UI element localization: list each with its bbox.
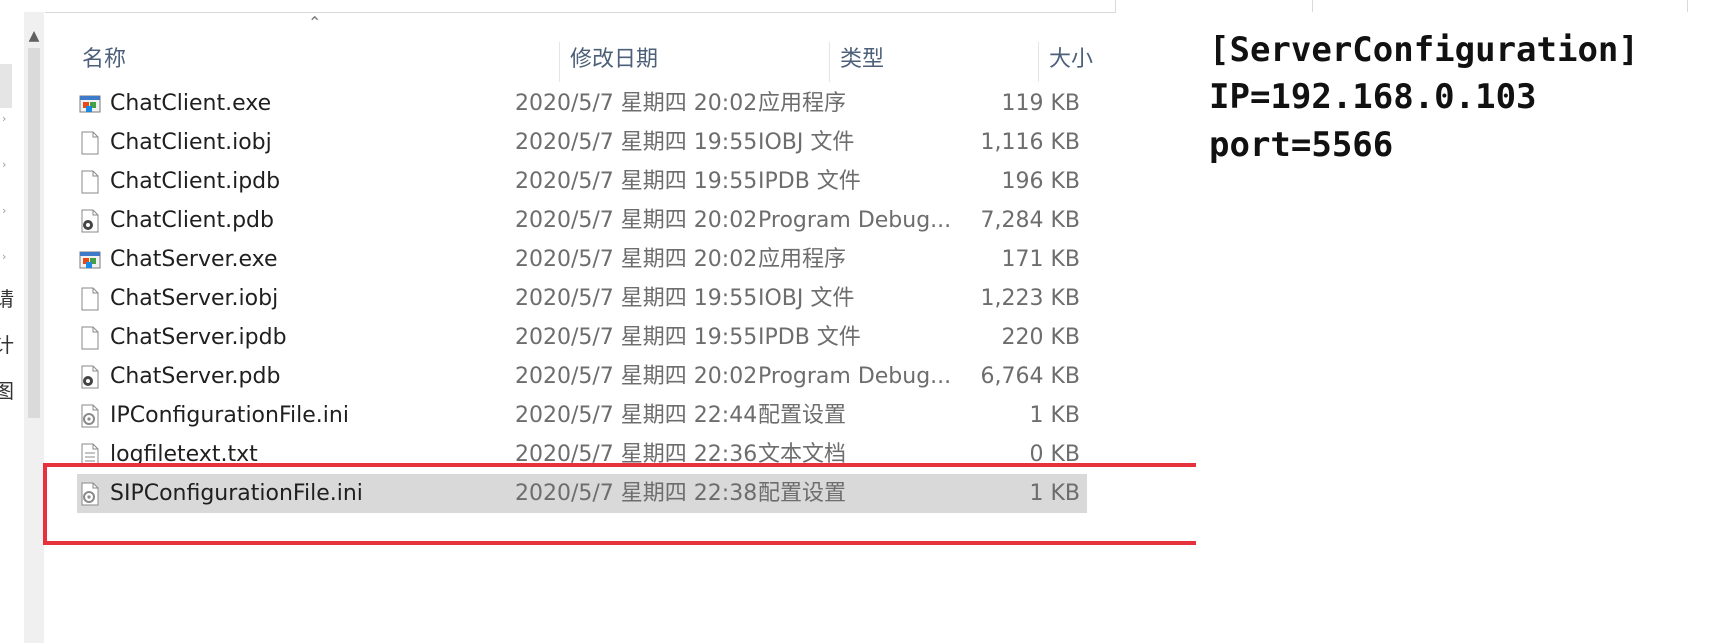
file-list: ⌃ 名称 修改日期 类型 大小 ChatClient.exe 2020/5/7 星…	[45, 12, 1195, 643]
file-icon	[77, 325, 103, 351]
ini-icon	[77, 481, 103, 507]
nav-item-fragment[interactable]: 图	[0, 380, 18, 402]
file-size: 1,223 KB	[980, 286, 1081, 311]
file-date-modified: 2020/5/7 星期四 19:55	[515, 286, 758, 311]
file-size: 196 KB	[1001, 169, 1080, 194]
file-name: ChatServer.iobj	[110, 286, 279, 311]
file-icon	[77, 130, 103, 156]
file-name: logfiletext.txt	[110, 442, 258, 467]
file-row[interactable]: SIPConfigurationFile.ini 2020/5/7 星期四 22:…	[77, 474, 1087, 513]
file-size: 1,116 KB	[980, 130, 1081, 155]
file-date-modified: 2020/5/7 星期四 19:55	[515, 169, 758, 194]
chevron-right-icon[interactable]: ›	[2, 158, 12, 172]
column-divider[interactable]	[559, 42, 560, 82]
ini-icon	[77, 403, 103, 429]
file-row[interactable]: ChatServer.ipdb 2020/5/7 星期四 19:55 IPDB 文件…	[77, 318, 1087, 357]
file-size: 119 KB	[1001, 91, 1080, 116]
file-date-modified: 2020/5/7 星期四 20:02	[515, 91, 758, 116]
column-header-size[interactable]: 大小	[1049, 36, 1093, 84]
file-row[interactable]: ChatClient.pdb 2020/5/7 星期四 20:02 Program …	[77, 201, 1087, 240]
file-date-modified: 2020/5/7 星期四 20:02	[515, 208, 758, 233]
file-name: ChatClient.pdb	[110, 208, 274, 233]
nav-item-fragment[interactable]: 计	[0, 334, 18, 356]
file-row[interactable]: ChatServer.pdb 2020/5/7 星期四 20:02 Program …	[77, 357, 1087, 396]
file-size: 220 KB	[1001, 325, 1080, 350]
chevron-right-icon[interactable]: ›	[2, 112, 12, 126]
file-size: 6,764 KB	[980, 364, 1081, 389]
file-row[interactable]: ChatClient.ipdb 2020/5/7 星期四 19:55 IPDB 文件…	[77, 162, 1087, 201]
file-name: ChatClient.iobj	[110, 130, 272, 155]
file-size: 1 KB	[1029, 481, 1080, 506]
file-row[interactable]: ChatClient.exe 2020/5/7 星期四 20:02 应用程序 119 …	[77, 84, 1087, 123]
column-header-name[interactable]: 名称	[82, 36, 126, 84]
scroll-up-icon[interactable]: ▲	[24, 26, 44, 46]
column-header-type[interactable]: 类型	[840, 36, 884, 84]
file-name: ChatClient.ipdb	[110, 169, 281, 194]
column-divider[interactable]	[829, 42, 830, 82]
file-size: 7,284 KB	[980, 208, 1081, 233]
preview-line: port=5566	[1209, 125, 1394, 165]
sort-ascending-icon[interactable]: ⌃	[308, 15, 324, 31]
navigation-pane: › › › › 请 计 图	[0, 12, 24, 643]
exe-icon	[77, 91, 103, 117]
file-icon	[77, 169, 103, 195]
nav-scrollbar[interactable]: ▲	[24, 12, 44, 643]
file-name: IPConfigurationFile.ini	[110, 403, 349, 428]
file-row[interactable]: IPConfigurationFile.ini 2020/5/7 星期四 22:4…	[77, 396, 1087, 435]
chevron-right-icon[interactable]: ›	[2, 204, 12, 218]
column-header-row: 名称 修改日期 类型 大小	[45, 36, 1195, 84]
preview-pane: [ServerConfiguration] IP=192.168.0.103 p…	[1196, 12, 1716, 643]
preview-line: [ServerConfiguration]	[1209, 30, 1639, 70]
pdb-icon	[77, 208, 103, 234]
file-date-modified: 2020/5/7 星期四 22:38	[515, 481, 758, 506]
file-row[interactable]: logfiletext.txt 2020/5/7 星期四 22:36 文本文档 0 K…	[77, 435, 1087, 474]
preview-line: IP=192.168.0.103	[1209, 77, 1537, 117]
file-row[interactable]: ChatServer.iobj 2020/5/7 星期四 19:55 IOBJ 文件…	[77, 279, 1087, 318]
file-name: ChatServer.ipdb	[110, 325, 287, 350]
file-size: 1 KB	[1029, 403, 1080, 428]
column-divider[interactable]	[1038, 42, 1039, 82]
file-date-modified: 2020/5/7 星期四 19:55	[515, 130, 758, 155]
file-date-modified: 2020/5/7 星期四 20:02	[515, 247, 758, 272]
nav-item-fragment[interactable]: 请	[0, 288, 18, 310]
file-size: 171 KB	[1001, 247, 1080, 272]
chevron-right-icon[interactable]: ›	[2, 250, 12, 264]
file-name: ChatServer.exe	[110, 247, 278, 272]
file-date-modified: 2020/5/7 星期四 22:36	[515, 442, 758, 467]
nav-selected-item[interactable]	[0, 64, 12, 108]
file-name: ChatServer.pdb	[110, 364, 281, 389]
file-size: 0 KB	[1029, 442, 1080, 467]
file-date-modified: 2020/5/7 星期四 22:44	[515, 403, 758, 428]
file-name: ChatClient.exe	[110, 91, 272, 116]
file-date-modified: 2020/5/7 星期四 19:55	[515, 325, 758, 350]
exe-icon	[77, 247, 103, 273]
scroll-thumb[interactable]	[28, 48, 40, 418]
file-row[interactable]: ChatServer.exe 2020/5/7 星期四 20:02 应用程序 171 …	[77, 240, 1087, 279]
file-date-modified: 2020/5/7 星期四 20:02	[515, 364, 758, 389]
file-name: SIPConfigurationFile.ini	[110, 481, 363, 506]
txt-icon	[77, 442, 103, 468]
file-row[interactable]: ChatClient.iobj 2020/5/7 星期四 19:55 IOBJ 文件…	[77, 123, 1087, 162]
pdb-icon	[77, 364, 103, 390]
column-header-date[interactable]: 修改日期	[570, 36, 658, 84]
file-icon	[77, 286, 103, 312]
